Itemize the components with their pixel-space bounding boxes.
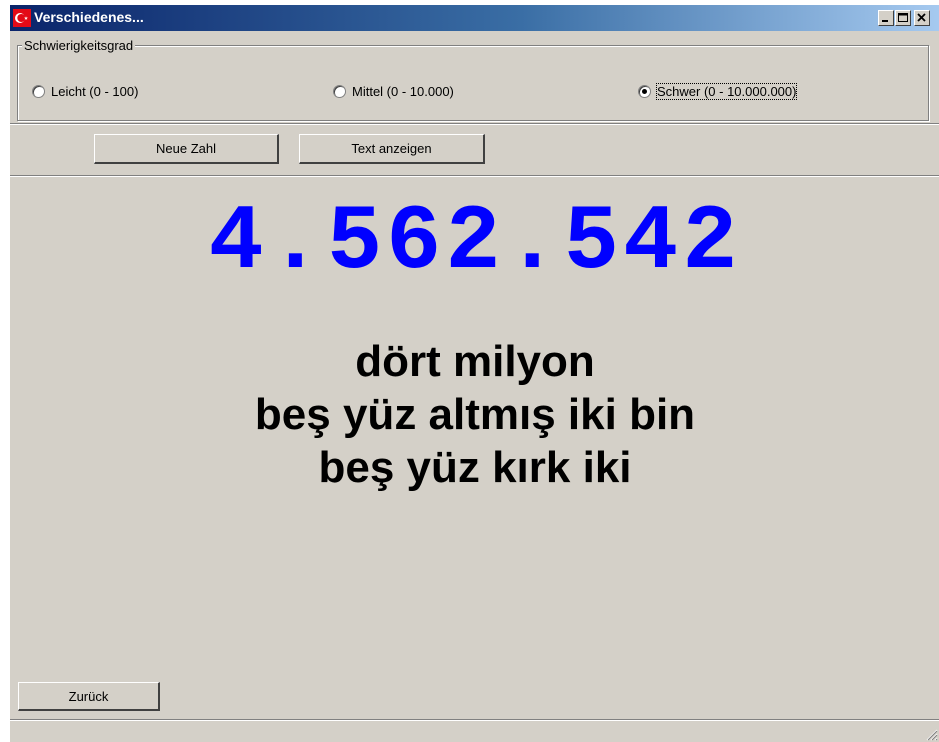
maximize-button[interactable]: [895, 10, 911, 26]
words-line-2: beş yüz altmış iki bin: [254, 390, 696, 439]
radio-leicht-label[interactable]: Leicht (0 - 100): [51, 84, 138, 99]
radio-mittel-label[interactable]: Mittel (0 - 10.000): [352, 84, 454, 99]
back-button[interactable]: Zurück: [18, 682, 160, 711]
radio-unchecked-icon[interactable]: [32, 84, 45, 98]
resize-grip-icon[interactable]: [926, 729, 938, 741]
new-number-button[interactable]: Neue Zahl: [94, 134, 279, 164]
close-icon: [917, 13, 926, 22]
maximize-icon: [898, 13, 908, 22]
close-button[interactable]: [914, 10, 930, 26]
radio-checked-icon[interactable]: [638, 84, 651, 98]
radio-leicht[interactable]: Leicht (0 - 100): [32, 83, 138, 99]
radio-dot: [642, 88, 647, 94]
radio-schwer-label[interactable]: Schwer (0 - 10.000.000): [655, 82, 798, 100]
radio-unchecked-icon[interactable]: [333, 84, 346, 98]
difficulty-legend: Schwierigkeitsgrad: [22, 38, 136, 53]
app-window: Verschiedenes... Schwierigkeitsgrad Leic…: [9, 4, 939, 742]
radio-schwer[interactable]: Schwer (0 - 10.000.000): [638, 82, 798, 100]
minimize-button[interactable]: [878, 10, 894, 26]
words-line-3: beş yüz kırk iki: [318, 443, 632, 492]
turkish-flag-icon[interactable]: [13, 9, 31, 27]
number-words: dört milyon beş yüz altmış iki bin beş y…: [10, 335, 939, 494]
show-text-button[interactable]: Text anzeigen: [299, 134, 485, 164]
words-line-1: dört milyon: [355, 337, 595, 386]
window-title: Verschiedenes...: [34, 9, 144, 25]
status-bar: [10, 719, 939, 742]
minimize-icon: [882, 20, 888, 22]
title-bar[interactable]: Verschiedenes...: [10, 5, 939, 31]
radio-mittel[interactable]: Mittel (0 - 10.000): [333, 83, 454, 99]
number-display: 4.562.542: [208, 190, 742, 295]
